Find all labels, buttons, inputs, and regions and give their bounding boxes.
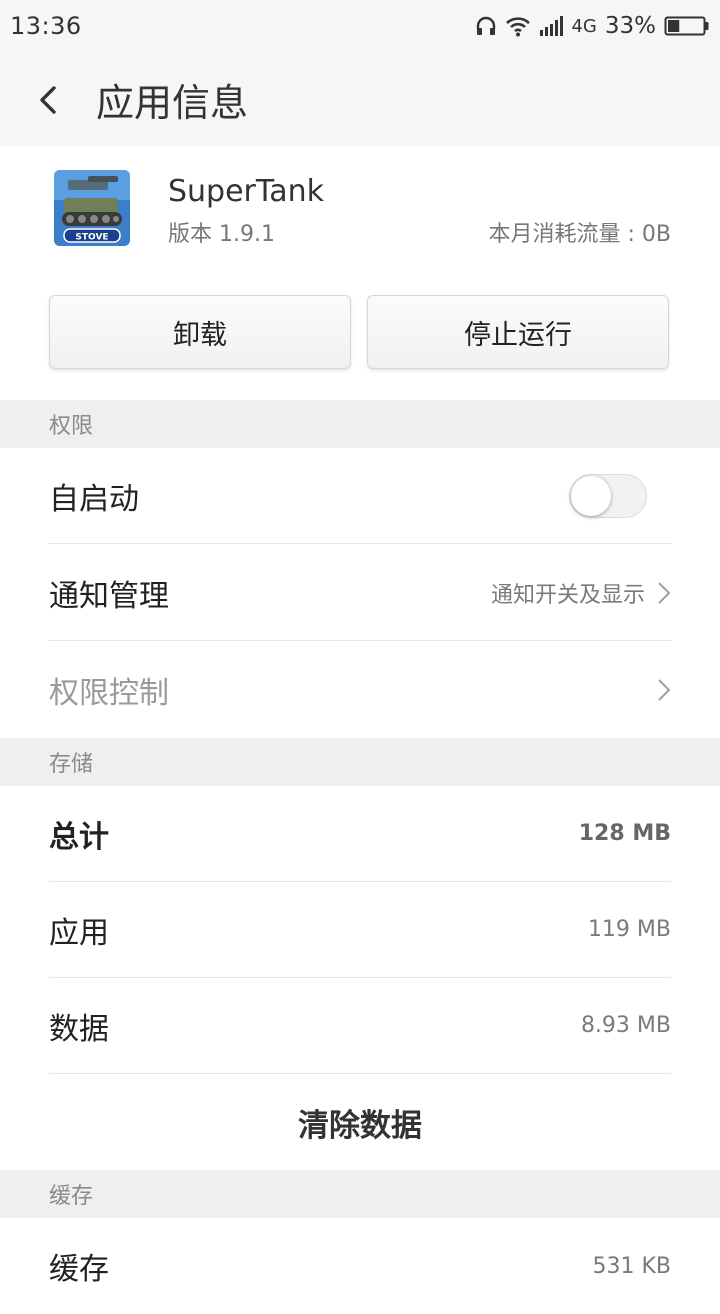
app-icon-badge: STOVE [75, 233, 108, 243]
section-header-cache: 缓存 [0, 1170, 720, 1218]
autostart-row: 自启动 [49, 448, 671, 544]
notification-row[interactable]: 通知管理 通知开关及显示 [49, 545, 671, 641]
uninstall-button[interactable]: 卸载 [49, 295, 351, 369]
autostart-label: 自启动 [49, 481, 139, 517]
storage-total-row: 总计 128 MB [49, 786, 671, 882]
page-title: 应用信息 [96, 81, 249, 125]
clear-data-button[interactable]: 清除数据 [0, 1074, 720, 1170]
app-icon: STOVE [54, 170, 130, 246]
force-stop-button[interactable]: 停止运行 [367, 295, 669, 369]
battery-fill [668, 20, 680, 32]
section-header-storage: 存储 [0, 738, 720, 786]
app-name: SuperTank [168, 174, 325, 209]
permission-control-chevron-group [657, 678, 671, 702]
cache-value: 531 KB [592, 1253, 671, 1279]
storage-data-label: 数据 [49, 1011, 109, 1047]
chevron-right-icon [658, 581, 671, 604]
data-usage: 本月消耗流量 : 0B [488, 222, 672, 247]
app-version: 版本 1.9.1 [168, 222, 275, 247]
storage-app-value: 119 MB [587, 917, 671, 942]
wifi-icon [505, 15, 531, 37]
permission-control-row[interactable]: 权限控制 [49, 642, 671, 738]
autostart-toggle[interactable] [569, 473, 647, 518]
chevron-right-icon [658, 679, 671, 701]
status-bar: 13:36 4G 33% [0, 0, 720, 52]
notification-value: 通知开关及显示 [490, 582, 645, 608]
storage-data-row: 数据 8.93 MB [49, 978, 671, 1074]
signal-icon [539, 15, 565, 37]
back-arrow-icon[interactable] [30, 80, 70, 120]
storage-app-label: 应用 [49, 915, 109, 951]
storage-app-row: 应用 119 MB [49, 882, 671, 978]
storage-data-value: 8.93 MB [580, 1013, 671, 1038]
status-icons: 4G 33% [475, 13, 710, 39]
toggle-knob [571, 475, 611, 516]
battery-icon [664, 15, 710, 37]
network-type: 4G [571, 15, 597, 37]
permission-control-label: 权限控制 [49, 676, 169, 711]
notification-label: 通知管理 [49, 578, 169, 614]
app-bar: 应用信息 [0, 52, 720, 146]
status-time: 13:36 [10, 12, 82, 40]
headphones-icon [475, 15, 497, 37]
cache-row: 缓存 531 KB [49, 1218, 671, 1314]
section-header-permissions: 权限 [0, 400, 720, 448]
notification-value-group: 通知开关及显示 [491, 577, 671, 609]
battery-percent: 33% [604, 13, 656, 39]
storage-total-label: 总计 [49, 819, 109, 855]
cache-label: 缓存 [49, 1252, 109, 1287]
app-info: STOVE SuperTank 版本 1.9.1 本月消耗流量 : 0B 卸载 … [0, 146, 720, 400]
storage-total-value: 128 MB [578, 821, 671, 846]
